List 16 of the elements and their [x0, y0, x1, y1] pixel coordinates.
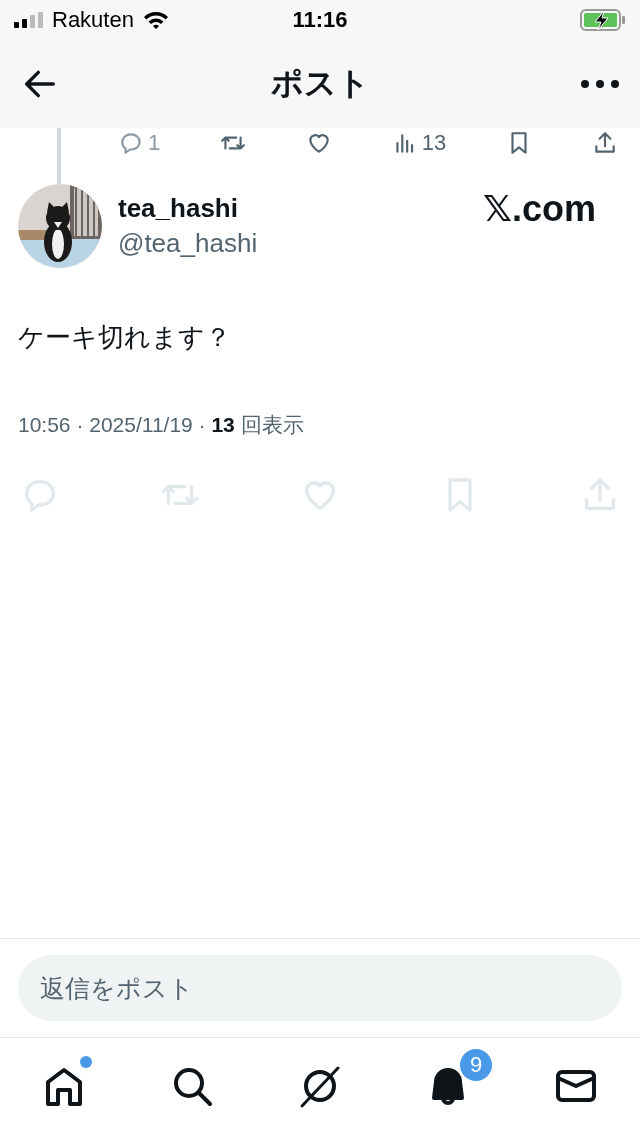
user-handle[interactable]: @tea_hashi	[118, 228, 467, 259]
more-icon	[580, 79, 620, 89]
reply-field[interactable]: 返信をポスト	[18, 955, 622, 1021]
post-meta: 10:56 · 2025/11/19 · 13 回表示	[18, 412, 305, 438]
page-title: ポスト	[269, 64, 371, 103]
notification-count: 9	[460, 1049, 492, 1081]
action-count: 1	[148, 130, 161, 156]
carrier-name: Rakuten	[52, 7, 134, 33]
reply-icon[interactable]	[118, 130, 144, 156]
more-button[interactable]	[580, 79, 620, 89]
post-text: ケーキ切れます？	[18, 321, 232, 354]
status-time: 11:16	[291, 7, 349, 33]
action-count: 13	[421, 130, 447, 156]
signal-icon	[14, 12, 44, 28]
display-name[interactable]: tea_hashi	[118, 193, 467, 224]
source-logo: 𝕏.com	[482, 188, 596, 230]
